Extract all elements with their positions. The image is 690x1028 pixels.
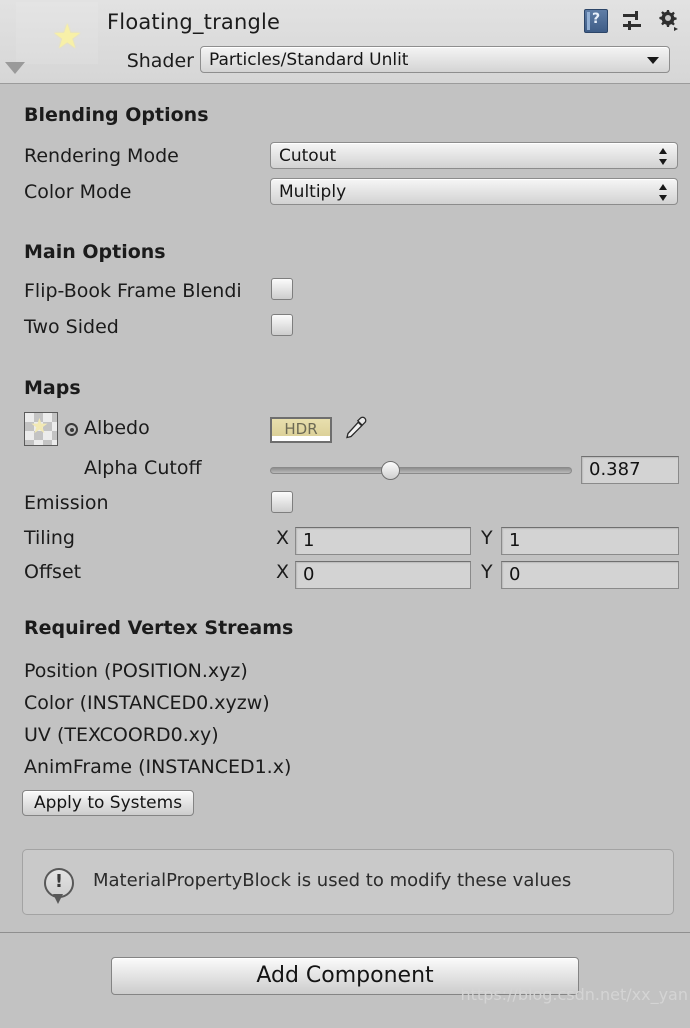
vertex-stream-item: Position (POSITION.xyz) xyxy=(24,660,248,682)
offset-x-value: 0 xyxy=(303,564,315,585)
color-mode-value: Multiply xyxy=(279,182,347,202)
albedo-select-target-icon[interactable] xyxy=(65,423,78,436)
tiling-y-field[interactable]: 1 xyxy=(501,527,679,555)
rendering-mode-value: Cutout xyxy=(279,146,337,166)
help-message: MaterialPropertyBlock is used to modify … xyxy=(93,870,572,891)
material-header: ★ Floating_trangle ? Shader Particles/St… xyxy=(0,0,690,84)
shader-dropdown[interactable]: Particles/Standard Unlit xyxy=(200,46,670,73)
offset-y-label: Y xyxy=(481,561,493,583)
emission-checkbox[interactable] xyxy=(271,491,293,513)
vertex-stream-item: UV (TEXCOORD0.xy) xyxy=(24,724,219,746)
alpha-cutoff-slider-thumb[interactable] xyxy=(380,461,400,480)
shader-row: Shader Particles/Standard Unlit xyxy=(0,46,690,80)
two-sided-label: Two Sided xyxy=(24,316,119,338)
albedo-color-swatch[interactable]: HDR xyxy=(270,417,332,443)
albedo-label: Albedo xyxy=(84,417,150,439)
offset-y-value: 0 xyxy=(509,564,521,585)
help-box: MaterialPropertyBlock is used to modify … xyxy=(22,849,674,915)
two-sided-checkbox[interactable] xyxy=(271,314,293,336)
offset-label: Offset xyxy=(24,561,82,583)
offset-x-field[interactable]: 0 xyxy=(295,561,471,589)
page-title: Floating_trangle xyxy=(107,10,281,34)
inspector-window: ★ Floating_trangle ? Shader Particles/St… xyxy=(0,0,690,1028)
star-icon: ★ xyxy=(30,414,49,438)
tiling-x-field[interactable]: 1 xyxy=(295,527,471,555)
tiling-y-label: Y xyxy=(481,527,493,549)
alpha-cutoff-slider[interactable] xyxy=(270,461,572,480)
alpha-cutoff-value: 0.387 xyxy=(589,459,641,480)
preset-icon[interactable] xyxy=(620,9,644,33)
flipbook-blending-label: Flip-Book Frame Blendi xyxy=(24,280,242,302)
vertex-stream-item: Color (INSTANCED0.xyzw) xyxy=(24,692,270,714)
vertex-streams-heading: Required Vertex Streams xyxy=(24,617,294,639)
tiling-x-value: 1 xyxy=(303,530,315,551)
maps-heading: Maps xyxy=(24,377,81,399)
swatch-alpha-strip xyxy=(272,436,330,441)
rendering-mode-label: Rendering Mode xyxy=(24,145,179,167)
vertex-stream-item: AnimFrame (INSTANCED1.x) xyxy=(24,756,292,778)
eyedropper-icon[interactable] xyxy=(341,413,371,447)
offset-y-field[interactable]: 0 xyxy=(501,561,679,589)
updown-arrows-icon xyxy=(659,148,668,165)
tiling-label: Tiling xyxy=(24,527,75,549)
albedo-texture-thumbnail[interactable]: ★ xyxy=(24,412,58,446)
chevron-down-icon xyxy=(647,57,659,64)
main-options-heading: Main Options xyxy=(24,241,166,263)
info-bubble-tail-icon xyxy=(53,894,63,904)
gear-icon[interactable] xyxy=(656,9,680,33)
apply-to-systems-button[interactable]: Apply to Systems xyxy=(22,790,194,816)
flipbook-blending-checkbox[interactable] xyxy=(271,278,293,300)
header-icon-group xyxy=(584,9,680,33)
tiling-x-label: X xyxy=(276,527,290,549)
watermark: https://blog.csdn.net/xx_yan xyxy=(460,985,689,1004)
color-mode-label: Color Mode xyxy=(24,181,132,203)
emission-label: Emission xyxy=(24,492,109,514)
blending-options-heading: Blending Options xyxy=(24,104,209,126)
shader-dropdown-value: Particles/Standard Unlit xyxy=(209,50,409,70)
help-icon[interactable] xyxy=(584,9,608,33)
updown-arrows-icon xyxy=(659,184,668,201)
shader-label: Shader xyxy=(126,50,194,72)
alpha-cutoff-field[interactable]: 0.387 xyxy=(581,456,679,484)
tiling-y-value: 1 xyxy=(509,530,521,551)
color-mode-dropdown[interactable]: Multiply xyxy=(270,178,678,205)
footer-divider xyxy=(0,932,690,933)
alpha-cutoff-label: Alpha Cutoff xyxy=(84,457,202,479)
offset-x-label: X xyxy=(276,561,290,583)
rendering-mode-dropdown[interactable]: Cutout xyxy=(270,142,678,169)
